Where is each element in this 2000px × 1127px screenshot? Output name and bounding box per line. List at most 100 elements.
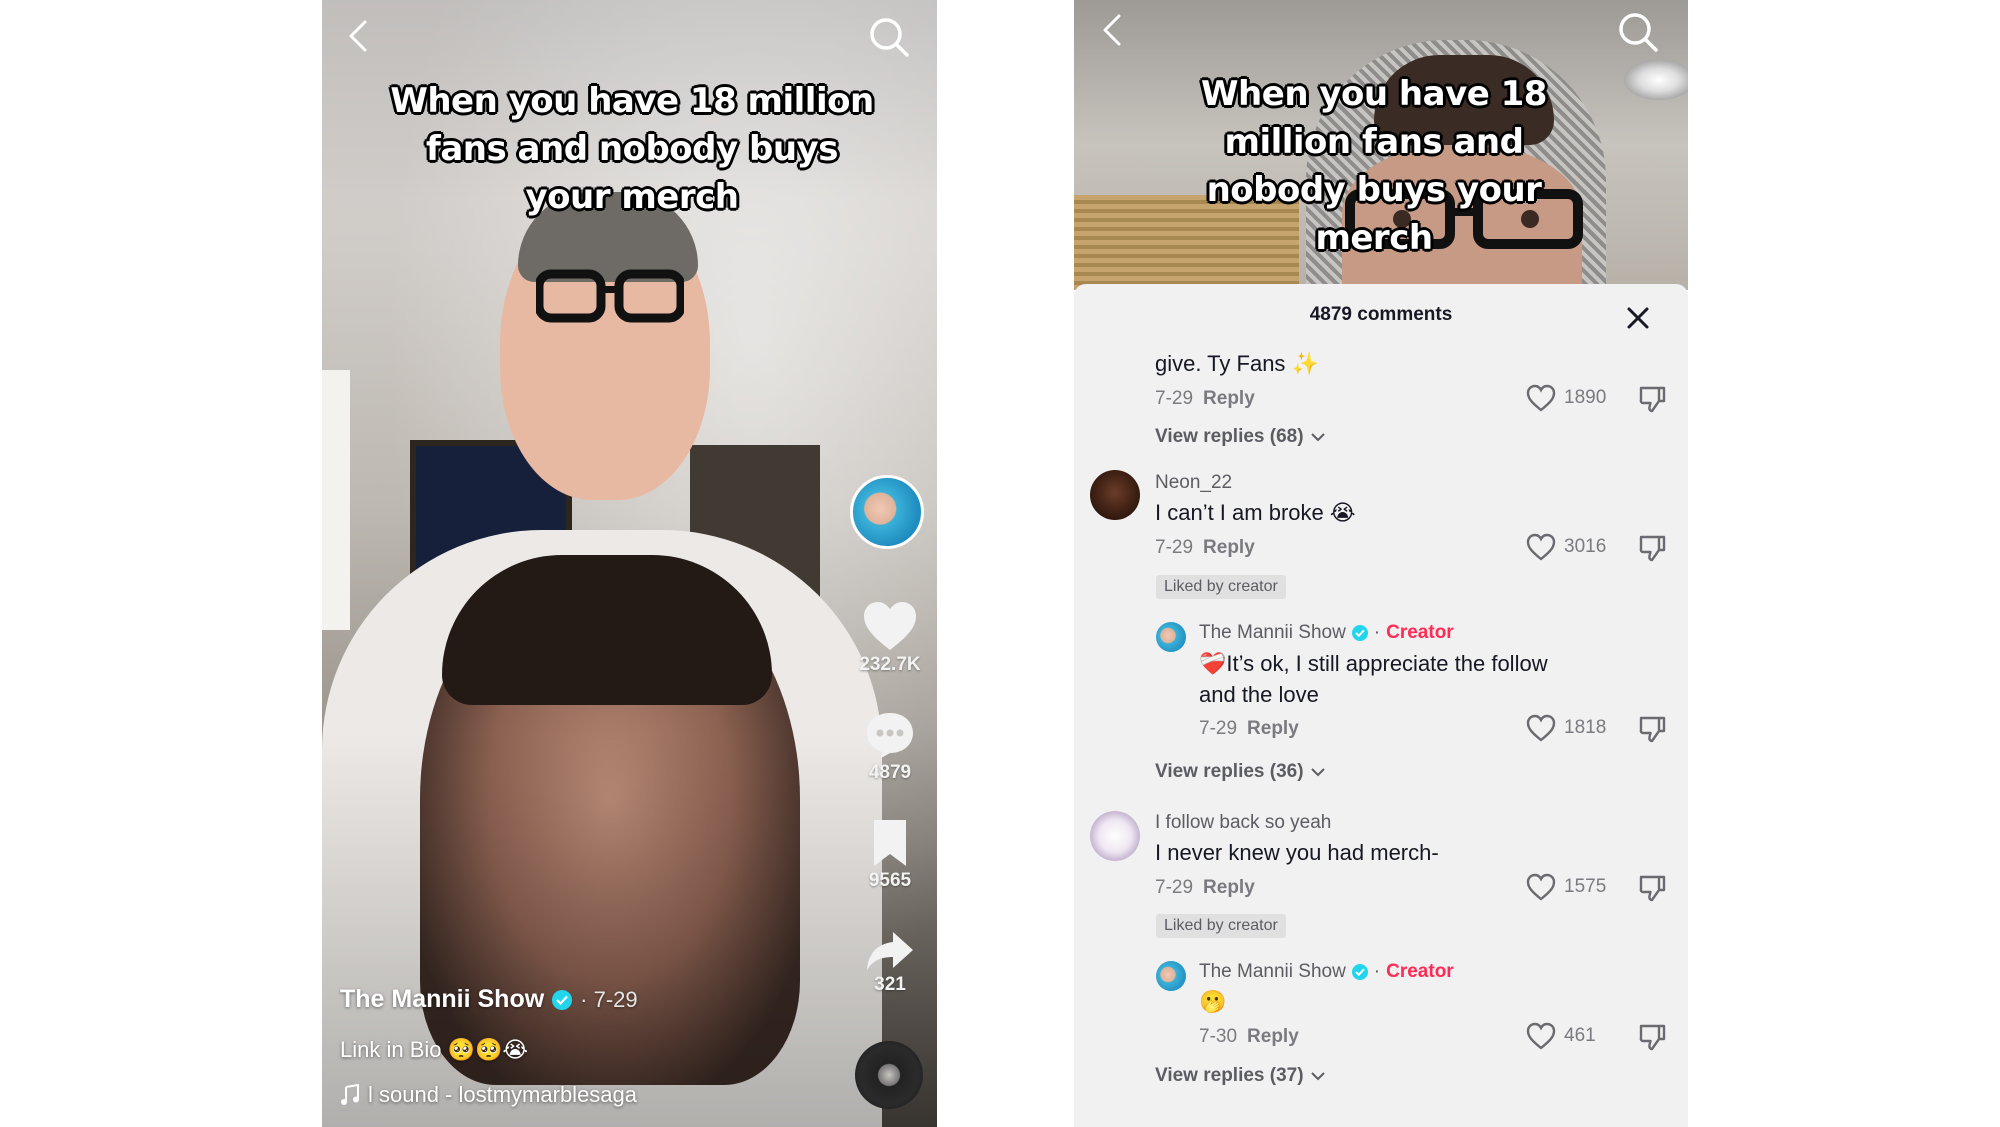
search-button[interactable] [867, 15, 911, 59]
comment-meta: 7-29 Reply [1155, 537, 1255, 559]
reply-button[interactable]: Reply [1203, 877, 1255, 898]
view-replies-label: View replies (68) [1155, 426, 1304, 447]
comment-like-count: 461 [1564, 1025, 1596, 1046]
comment-meta: 7-29 Reply [1155, 388, 1255, 410]
author-name[interactable]: The Mannii Show [340, 985, 544, 1014]
liked-by-creator-badge: Liked by creator [1156, 575, 1286, 599]
heart-outline-icon [1526, 1022, 1556, 1050]
dislike-icon[interactable] [1637, 533, 1667, 563]
comment-like-count: 1818 [1564, 717, 1607, 738]
music-note-icon [341, 1084, 359, 1105]
video-caption: When you have 18 million fans and nobody… [390, 81, 874, 217]
reply-button[interactable]: Reply [1247, 718, 1299, 739]
comment-meta: 7-29 Reply [1155, 877, 1255, 899]
heart-outline-icon [1526, 533, 1556, 561]
comment-meta: 7-29 Reply [1199, 718, 1299, 740]
back-button[interactable] [1092, 10, 1132, 50]
comments-screen: When you have 18 million fans and nobody… [1074, 0, 1688, 1127]
creator-tag: Creator [1386, 622, 1454, 643]
post-description: Link in Bio 🥺🥺😭 [340, 1037, 529, 1062]
comment-text: give. Ty Fans ✨ [1155, 351, 1319, 376]
avatar[interactable] [1156, 622, 1186, 652]
heart-outline-icon [1526, 714, 1556, 742]
chevron-down-icon [1310, 768, 1325, 777]
reply-button[interactable]: Reply [1247, 1026, 1299, 1047]
dislike-icon[interactable] [1637, 384, 1667, 414]
search-icon [1619, 13, 1658, 52]
comment-bubble-icon [867, 713, 913, 758]
avatar[interactable] [1156, 961, 1186, 991]
verified-badge-icon [552, 989, 573, 1010]
search-button[interactable] [1616, 10, 1660, 54]
sound-link[interactable]: l sound - lostmymarblesaga [340, 1082, 637, 1108]
comment-username[interactable]: The Mannii Show · Creator [1199, 961, 1454, 983]
comment-like-button[interactable]: 1890 [1526, 384, 1606, 412]
heart-outline-icon [1526, 384, 1556, 412]
verified-badge-icon [1351, 964, 1368, 980]
dislike-icon[interactable] [1637, 873, 1667, 903]
avatar[interactable] [1090, 811, 1140, 861]
comment-like-button[interactable]: 3016 [1526, 533, 1606, 561]
chevron-down-icon [1310, 1072, 1325, 1081]
view-replies-label: View replies (37) [1155, 1065, 1304, 1086]
sound-label: l sound - lostmymarblesaga [368, 1082, 638, 1107]
share-arrow-icon [867, 932, 913, 970]
avatar[interactable] [1090, 470, 1140, 520]
close-icon [1627, 307, 1649, 329]
comment-like-button[interactable]: 1575 [1526, 873, 1606, 901]
comment-username[interactable]: Neon_22 [1155, 472, 1232, 494]
comment-text-line2: and the love [1199, 682, 1319, 707]
view-replies-label: View replies (36) [1155, 761, 1304, 782]
comment-like-button[interactable]: 461 [1526, 1022, 1596, 1050]
save-button[interactable]: 9565 [850, 818, 930, 892]
post-date: · 7-29 [580, 986, 638, 1012]
chevron-down-icon [1310, 433, 1325, 442]
heart-icon [864, 602, 916, 650]
creator-username[interactable]: The Mannii Show [1199, 961, 1346, 983]
comment-username[interactable]: The Mannii Show · Creator [1199, 622, 1454, 644]
video-person-glasses [536, 269, 684, 323]
music-disc[interactable] [855, 1041, 923, 1109]
comment-button[interactable]: 4879 [850, 710, 930, 784]
like-button[interactable]: 232.7K [850, 600, 930, 676]
view-replies-button[interactable]: View replies (68) [1155, 426, 1326, 448]
back-button[interactable] [338, 16, 378, 56]
video-caption: When you have 18 million fans and nobody… [1201, 74, 1547, 258]
comment-meta: 7-30 Reply [1199, 1026, 1299, 1048]
heart-outline-icon [1526, 873, 1556, 901]
video-ceiling-light [1624, 60, 1688, 100]
view-replies-button[interactable]: View replies (36) [1155, 761, 1326, 783]
creator-username[interactable]: The Mannii Show [1199, 622, 1346, 644]
creator-tag: Creator [1386, 961, 1454, 982]
close-button[interactable] [1624, 304, 1652, 332]
comment-like-count: 1890 [1564, 387, 1607, 408]
comment-count: 4879 [868, 762, 912, 783]
comment-like-count: 1575 [1564, 876, 1607, 897]
author-line[interactable]: The Mannii Show · 7-29 [340, 985, 638, 1014]
dislike-icon[interactable] [1637, 714, 1667, 744]
reply-button[interactable]: Reply [1203, 388, 1255, 409]
comment-text: 🫢 [1199, 989, 1227, 1014]
comment-date: 7-29 [1155, 877, 1194, 898]
comment-date: 7-29 [1155, 388, 1194, 409]
video-player-screen[interactable]: When you have 18 million fans and nobody… [322, 0, 937, 1127]
comments-header: 4879 comments [1309, 304, 1453, 325]
comment-text: I never knew you had merch- [1155, 840, 1439, 865]
search-icon [870, 18, 909, 57]
video-preview[interactable]: When you have 18 million fans and nobody… [1074, 0, 1688, 290]
comment-like-button[interactable]: 1818 [1526, 714, 1606, 742]
comment-date: 7-29 [1155, 537, 1194, 558]
view-replies-button[interactable]: View replies (37) [1155, 1065, 1326, 1087]
back-chevron-icon [1103, 14, 1121, 46]
comment-username[interactable]: I follow back so yeah [1155, 812, 1331, 834]
bookmark-icon [874, 820, 906, 866]
comment-text: I can’t I am broke 😭 [1155, 500, 1356, 525]
share-button[interactable]: 321 [850, 930, 930, 996]
creator-avatar[interactable] [850, 475, 924, 549]
comments-sheet: 4879 comments give. Ty Fans ✨ 7-29 Reply … [1074, 284, 1688, 1127]
reply-button[interactable]: Reply [1203, 537, 1255, 558]
dislike-icon[interactable] [1637, 1022, 1667, 1052]
liked-by-creator-badge: Liked by creator [1156, 914, 1286, 938]
verified-badge-icon [1351, 625, 1368, 641]
separator-dot: · [1373, 622, 1381, 643]
